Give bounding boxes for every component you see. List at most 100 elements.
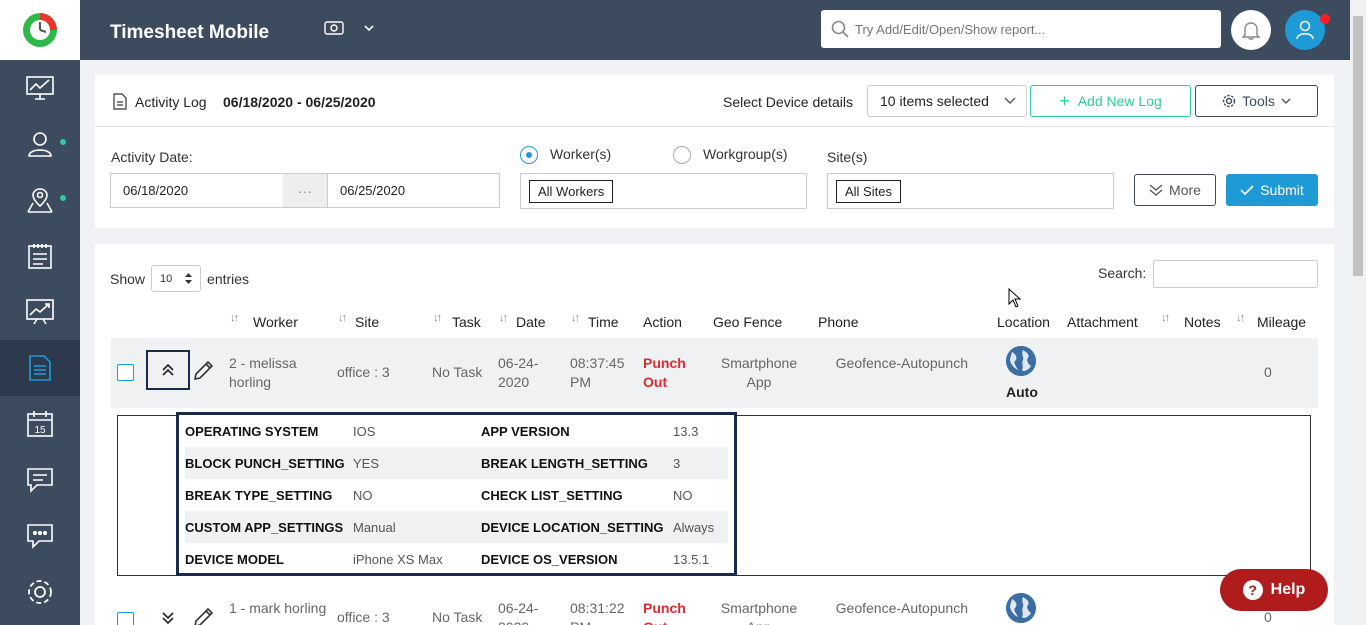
sites-select[interactable]: All Sites	[827, 173, 1114, 209]
worker-radio[interactable]	[520, 146, 538, 164]
map-icon	[27, 188, 53, 213]
globe-icon[interactable]	[1006, 346, 1036, 376]
column-header-location[interactable]: Location	[997, 314, 1050, 330]
column-mileage-label: Mileage	[1257, 314, 1307, 330]
column-header-notes[interactable]: ↓↑ Notes	[1161, 312, 1221, 330]
row-checkbox[interactable]	[117, 612, 134, 625]
sidebar-item-activity-log[interactable]	[0, 340, 80, 396]
column-header-date[interactable]: ↓↑ Date	[499, 312, 546, 330]
detail-key: DEVICE MODEL	[185, 551, 284, 567]
workers-select[interactable]: All Workers	[520, 173, 807, 209]
entries-label: entries	[207, 270, 250, 287]
all-sites-chip[interactable]: All Sites	[836, 179, 901, 203]
column-phone-label: Phone	[818, 314, 859, 330]
table-row[interactable]: 1 - mark horling office : 3 No Task 06-2…	[111, 583, 1318, 625]
detail-value: 13.5.1	[673, 551, 710, 567]
cell-action: Punch Out	[643, 600, 686, 625]
workers-icon	[28, 132, 52, 157]
column-header-action[interactable]: Action	[643, 314, 682, 330]
gear-icon	[1222, 94, 1236, 108]
column-header-worker[interactable]: ↓↑ Worker	[230, 312, 298, 330]
column-header-geofence[interactable]: Geo Fence	[713, 314, 782, 330]
double-chevron-down-icon	[1149, 184, 1163, 196]
column-header-mileage[interactable]: ↓↑ Mileage	[1236, 312, 1307, 330]
detail-key: CHECK LIST_SETTING	[481, 487, 623, 503]
calendar-icon: 15	[27, 411, 53, 437]
chevron-down-icon[interactable]	[363, 20, 375, 39]
date-from-input[interactable]: 06/18/2020	[110, 173, 284, 208]
table-search-input[interactable]	[1153, 260, 1318, 288]
device-details-select[interactable]: 10 items selected	[867, 85, 1027, 117]
more-button[interactable]: More	[1134, 174, 1216, 206]
detail-key: CUSTOM APP_SETTINGS	[185, 519, 344, 535]
device-details-table: OPERATING SYSTEM IOS APP VERSION 13.3 BL…	[176, 412, 737, 576]
sidebar-item-clipboard[interactable]	[0, 228, 80, 284]
all-workers-chip[interactable]: All Workers	[529, 179, 614, 203]
globe-icon[interactable]	[1006, 593, 1036, 623]
currency-icon[interactable]	[324, 20, 344, 39]
detail-value: Manual	[353, 519, 396, 535]
global-search[interactable]	[821, 10, 1221, 48]
sidebar-item-chat[interactable]	[0, 508, 80, 564]
app-logo[interactable]	[0, 0, 80, 60]
topbar: Timesheet Mobile	[80, 0, 1350, 60]
device-details-value: 10 items selected	[880, 93, 989, 109]
sidebar-item-dashboard[interactable]	[0, 60, 80, 116]
help-button[interactable]: ? Help	[1220, 569, 1328, 611]
entries-length-select[interactable]: 10	[151, 265, 202, 292]
cell-worker: 2 - melissa horling	[229, 355, 297, 390]
column-attachment-label: Attachment	[1067, 314, 1138, 330]
add-new-log-label: Add New Log	[1077, 93, 1162, 109]
submit-label: Submit	[1260, 182, 1304, 198]
detail-key: APP VERSION	[481, 423, 570, 439]
sidebar-item-map[interactable]	[0, 172, 80, 228]
table-panel: Show 10 entries Search: ↓↑ Worker ↓↑ Site …	[95, 244, 1334, 625]
user-icon	[1296, 20, 1314, 40]
collapse-row-button[interactable]	[146, 350, 190, 390]
tools-button[interactable]: Tools	[1195, 85, 1318, 117]
sidebar-item-settings[interactable]	[0, 564, 80, 620]
sidebar-item-messages[interactable]	[0, 452, 80, 508]
column-header-time[interactable]: ↓↑ Time	[571, 312, 619, 330]
show-label: Show	[110, 270, 146, 287]
cell-task: No Task	[432, 609, 483, 625]
scrollbar[interactable]	[1350, 0, 1366, 625]
more-label: More	[1169, 182, 1201, 198]
column-header-phone[interactable]: Phone	[818, 314, 858, 330]
sidebar-item-calendar[interactable]: 15	[0, 396, 80, 452]
scrollbar-thumb[interactable]	[1353, 16, 1363, 276]
detail-row: BLOCK PUNCH_SETTING YES BREAK LENGTH_SET…	[185, 447, 728, 479]
edit-icon[interactable]	[192, 607, 214, 625]
sidebar-item-workers[interactable]	[0, 116, 80, 172]
status-dot	[60, 195, 66, 201]
add-new-log-button[interactable]: + Add New Log	[1030, 85, 1191, 117]
column-time-label: Time	[588, 314, 619, 330]
search-input[interactable]	[855, 21, 1205, 37]
notifications-button[interactable]	[1231, 10, 1271, 50]
table-row[interactable]: 2 - melissa horling office : 3 No Task 0…	[111, 338, 1318, 408]
mouse-cursor-icon	[1008, 288, 1022, 308]
document-icon	[29, 355, 51, 381]
chevron-down-icon[interactable]	[161, 611, 175, 625]
submit-button[interactable]: Submit	[1226, 174, 1318, 206]
sort-icon: ↓↑	[338, 312, 347, 324]
column-header-attachment[interactable]: Attachment	[1067, 314, 1138, 330]
detail-value: IOS	[353, 423, 376, 439]
cell-geofence: Smartphone App	[720, 355, 798, 390]
app-title: Timesheet Mobile	[110, 22, 270, 43]
sort-icon: ↓↑	[571, 312, 580, 324]
date-range: 06/18/2020 - 06/25/2020	[223, 94, 376, 110]
report-icon	[113, 93, 127, 110]
workgroup-radio[interactable]	[673, 146, 691, 164]
cell-date: 06-24-2020	[498, 355, 539, 390]
column-header-site[interactable]: ↓↑ Site	[338, 312, 379, 330]
date-to-input[interactable]: 06/25/2020	[327, 173, 500, 208]
cell-task: No Task	[432, 364, 483, 380]
user-profile-button[interactable]	[1285, 10, 1325, 50]
sidebar-item-reports[interactable]	[0, 284, 80, 340]
row-checkbox[interactable]	[117, 364, 134, 381]
edit-icon[interactable]	[192, 360, 214, 382]
detail-value: 13.3	[673, 423, 699, 439]
entries-control: Show 10 entries	[110, 265, 249, 292]
column-header-task[interactable]: ↓↑ Task	[433, 312, 481, 330]
